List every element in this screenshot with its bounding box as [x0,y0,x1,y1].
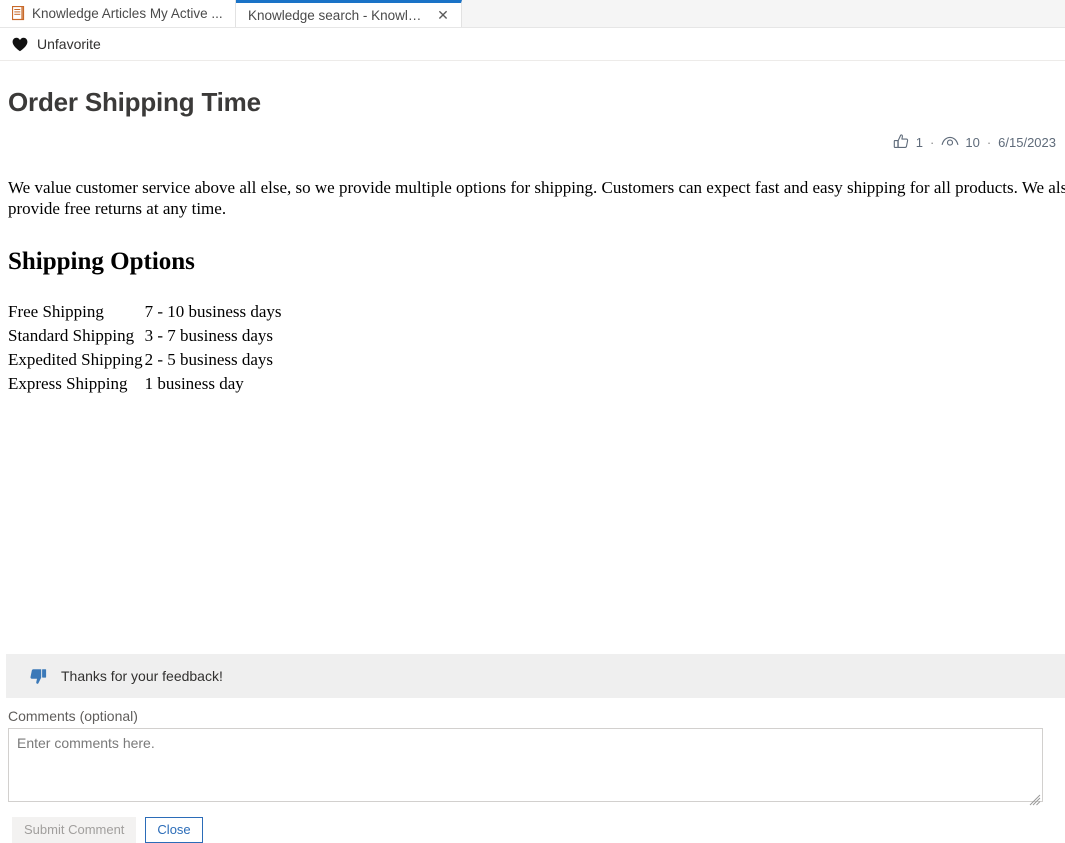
unfavorite-label: Unfavorite [37,36,101,52]
browser-tab-active[interactable]: Knowledge search - Knowled... ✕ [236,0,462,27]
heart-filled-icon [12,37,28,52]
shipping-option-duration: 3 - 7 business days [145,324,282,348]
likes-group: 1 [893,134,923,150]
article-container: Order Shipping Time 1 · 10 · 6/15/2023 W… [0,87,1065,396]
browser-tab-title: Knowledge search - Knowled... [248,8,428,23]
article-body: We value customer service above all else… [8,178,1065,396]
page-title: Order Shipping Time [8,87,1065,118]
document-icon [12,6,25,21]
shipping-option-name: Free Shipping [8,300,145,324]
shipping-option-duration: 2 - 5 business days [145,348,282,372]
table-row: Free Shipping 7 - 10 business days [8,300,282,324]
thumbs-up-icon [893,134,910,150]
shipping-options-body: Free Shipping 7 - 10 business days Stand… [8,300,282,396]
shipping-option-duration: 1 business day [145,372,282,396]
shipping-option-duration: 7 - 10 business days [145,300,282,324]
views-group: 10 [941,135,979,150]
submit-comment-button[interactable]: Submit Comment [12,817,136,843]
shipping-option-name: Express Shipping [8,372,145,396]
likes-count: 1 [916,135,923,150]
table-row: Expedited Shipping 2 - 5 business days [8,348,282,372]
meta-separator: · [930,135,934,150]
thumbs-down-filled-icon [28,667,48,685]
close-button[interactable]: Close [145,817,202,843]
views-count: 10 [965,135,979,150]
shipping-options-table: Free Shipping 7 - 10 business days Stand… [8,300,282,396]
article-metadata: 1 · 10 · 6/15/2023 [8,134,1065,150]
unfavorite-button[interactable]: Unfavorite [4,32,109,56]
meta-separator: · [987,135,991,150]
shipping-option-name: Expedited Shipping [8,348,145,372]
feedback-bar: Thanks for your feedback! [6,654,1065,698]
shipping-option-name: Standard Shipping [8,324,145,348]
close-icon[interactable]: ✕ [435,7,451,23]
browser-tab-inactive[interactable]: Knowledge Articles My Active ... [0,0,236,27]
command-bar: Unfavorite [0,28,1065,61]
table-row: Standard Shipping 3 - 7 business days [8,324,282,348]
comment-actions: Submit Comment Close [12,817,203,843]
comments-label: Comments (optional) [8,708,1053,724]
feedback-message: Thanks for your feedback! [61,668,223,684]
browser-tab-title: Knowledge Articles My Active ... [32,6,225,21]
intro-paragraph: We value customer service above all else… [8,178,1065,219]
section-heading: Shipping Options [8,247,1065,278]
comments-input[interactable] [8,728,1043,802]
browser-tab-strip: Knowledge Articles My Active ... Knowled… [0,0,1065,28]
comments-section: Comments (optional) [8,708,1053,807]
table-row: Express Shipping 1 business day [8,372,282,396]
eye-icon [941,135,959,149]
article-date: 6/15/2023 [998,135,1056,150]
